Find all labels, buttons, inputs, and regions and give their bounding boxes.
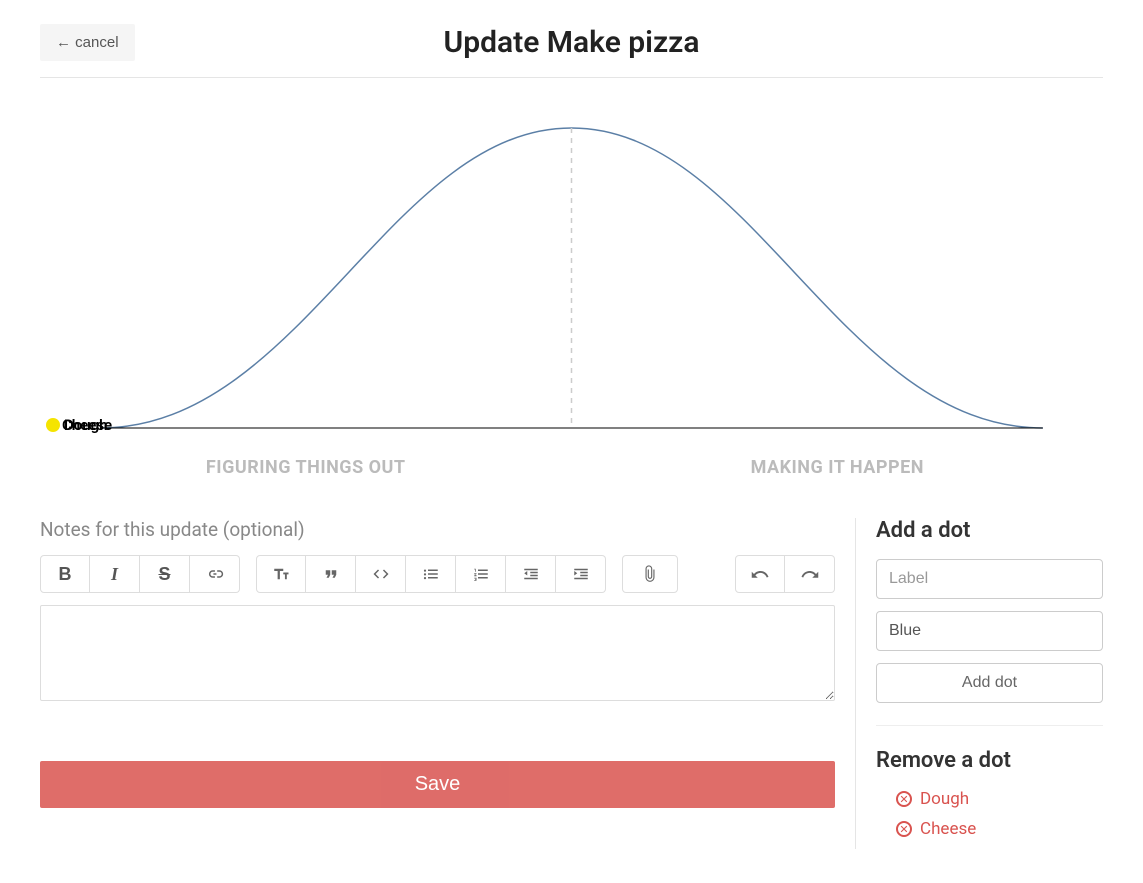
remove-dot-item[interactable]: ✕ Cheese [896,819,1103,839]
notes-label: Notes for this update (optional) [40,518,835,541]
save-button[interactable]: Save [40,761,835,808]
remove-icon: ✕ [896,791,912,807]
remove-dot-label: Cheese [920,819,976,839]
quote-icon [322,565,340,583]
chart-phase-right: MAKING IT HAPPEN [572,457,1104,478]
link-button[interactable] [190,555,240,593]
undo-icon [751,565,769,583]
chart-phase-left: FIGURING THINGS OUT [40,457,572,478]
italic-button[interactable]: I [90,555,140,593]
italic-icon: I [111,564,118,585]
text-size-icon [272,565,290,583]
strike-icon: S [158,564,170,585]
notes-editor[interactable] [40,605,835,701]
code-icon [372,565,390,583]
remove-dot-heading: Remove a dot [876,748,1103,773]
sidebar-divider [876,725,1103,726]
strike-button[interactable]: S [140,555,190,593]
text-size-button[interactable] [256,555,306,593]
bold-button[interactable]: B [40,555,90,593]
indent-icon [572,565,590,583]
cancel-button[interactable]: ← cancel [40,24,135,61]
redo-button[interactable] [785,555,835,593]
chart-dot[interactable]: Cheese [46,416,112,434]
redo-icon [801,565,819,583]
remove-dot-label: Dough [920,789,969,809]
add-dot-heading: Add a dot [876,518,1103,543]
hill-chart-svg [40,98,1103,468]
number-list-icon [472,565,490,583]
bullet-list-icon [422,565,440,583]
header-divider [40,77,1103,78]
number-list-button[interactable] [456,555,506,593]
undo-button[interactable] [735,555,785,593]
bold-icon: B [59,564,72,585]
page-title: Update Make pizza [444,25,700,60]
outdent-icon [522,565,540,583]
dot-color-select[interactable] [876,611,1103,651]
attach-button[interactable] [622,555,678,593]
quote-button[interactable] [306,555,356,593]
editor-toolbar: B I S [40,555,835,593]
link-icon [206,565,224,583]
outdent-button[interactable] [506,555,556,593]
hill-chart[interactable]: Dough Cheese FIGURING THINGS OUT MAKING … [40,98,1103,458]
code-button[interactable] [356,555,406,593]
remove-icon: ✕ [896,821,912,837]
bullet-list-button[interactable] [406,555,456,593]
dot-label-input[interactable] [876,559,1103,599]
dot-label: Cheese [62,416,112,434]
paperclip-icon [641,565,659,583]
remove-dot-item[interactable]: ✕ Dough [896,789,1103,809]
indent-button[interactable] [556,555,606,593]
add-dot-button[interactable]: Add dot [876,663,1103,703]
